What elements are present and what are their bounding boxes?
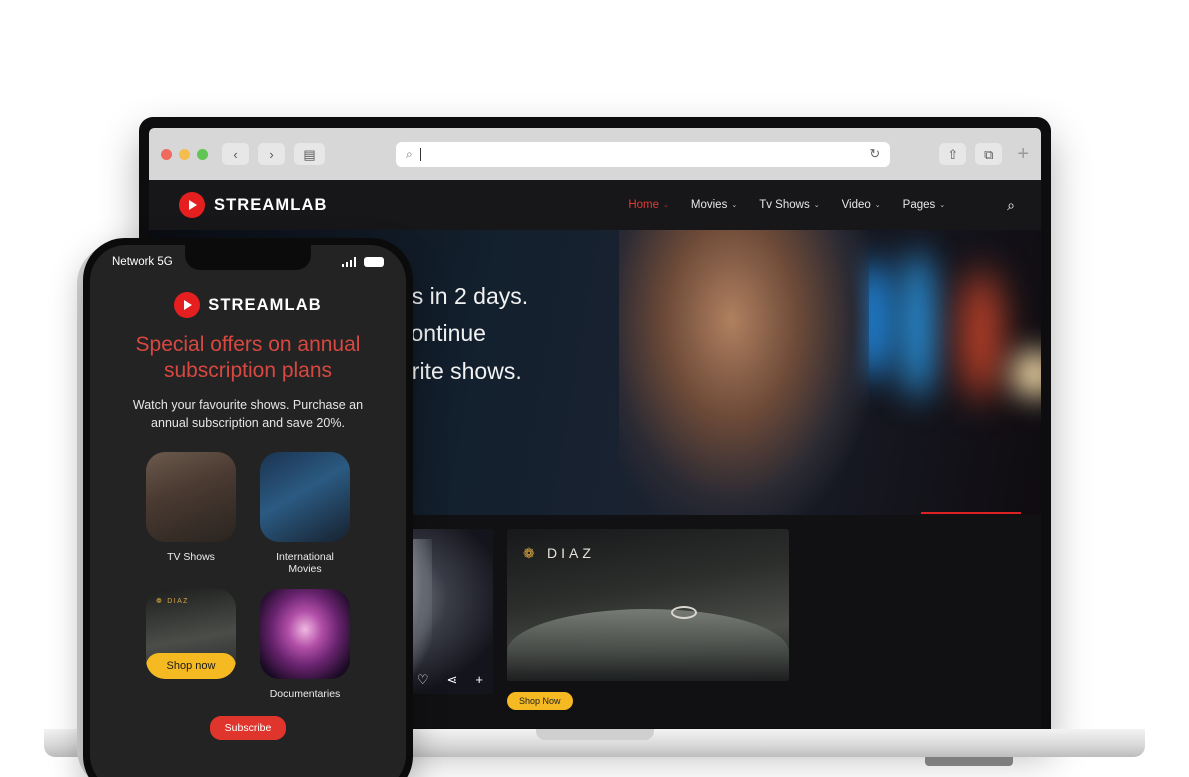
- phone-logo[interactable]: STREAMLAB: [90, 292, 406, 318]
- chevron-left-icon: ‹: [233, 146, 238, 162]
- new-tab-button[interactable]: +: [1011, 143, 1029, 166]
- flower-mark-icon: ❁: [156, 598, 164, 606]
- address-bar[interactable]: ⌕ ↻: [396, 141, 891, 167]
- search-icon: ⌕: [406, 146, 413, 161]
- tile-thumbnail: [260, 589, 350, 680]
- nav-item-home[interactable]: Home ⌄: [628, 199, 669, 211]
- promo-headline: Special offers on annual subscription pl…: [135, 333, 361, 382]
- play-icon: [179, 192, 205, 218]
- ad-tile-diaz[interactable]: ❁ DIAZ Shop now: [146, 589, 236, 700]
- nav-label: Home: [628, 199, 660, 211]
- subscribe-button[interactable]: Subscribe: [210, 716, 286, 741]
- share-button[interactable]: ⇧: [939, 143, 967, 165]
- minimize-window-button[interactable]: [179, 148, 190, 160]
- tile-thumbnail: [146, 452, 236, 543]
- maximize-window-button[interactable]: [197, 148, 208, 160]
- rock-image: [507, 609, 789, 681]
- nav-label: Movies: [690, 199, 728, 211]
- chevron-down-icon: ⌄: [731, 202, 738, 209]
- hero-line-1: es in 2 days.: [399, 283, 529, 309]
- tile-thumbnail: ❁ DIAZ Shop now: [146, 589, 236, 680]
- category-grid: TV Shows International Movies ❁ DIAZ Sho: [90, 452, 406, 700]
- phone-status-bar: Network 5G: [90, 245, 406, 279]
- tile-label: TV Shows: [167, 551, 215, 564]
- tile-thumbnail: [260, 452, 350, 543]
- nav-label: Tv Shows: [759, 199, 810, 211]
- tab-overview-button[interactable]: ⧉: [975, 143, 1003, 165]
- screenshot-stage: ‹ › ▤ ⌕ ↻ ⇧ ⧉ + STREAMLAB Home ⌄ Movies …: [0, 0, 1189, 777]
- hero-line-2: continue: [399, 320, 486, 347]
- laptop-base-notch: [535, 729, 654, 740]
- chevron-down-icon: ⌄: [939, 202, 946, 209]
- category-tile-international-movies[interactable]: International Movies: [260, 452, 350, 575]
- plus-icon: +: [1017, 142, 1029, 165]
- chevron-down-icon: ⌄: [813, 202, 820, 209]
- site-search-icon[interactable]: ⌕: [1007, 197, 1015, 214]
- nav-label: Pages: [902, 199, 936, 211]
- play-icon: [174, 292, 201, 318]
- close-window-button[interactable]: [161, 148, 172, 160]
- diaz-logo: ❁ DIAZ: [156, 597, 189, 606]
- hero-portrait: [619, 230, 869, 515]
- back-button[interactable]: ‹: [222, 143, 249, 165]
- nav-label: Video: [841, 199, 871, 211]
- chevron-right-icon: ›: [269, 146, 274, 162]
- ring-image: [670, 606, 697, 619]
- share-icon: ⇧: [947, 146, 959, 162]
- sidebar-icon: ▤: [303, 146, 316, 162]
- phone-screen: Network 5G STREAMLAB Special offers on a…: [90, 245, 406, 777]
- battery-icon: [364, 257, 384, 267]
- main-menu: Home ⌄ Movies ⌄ Tv Shows ⌄ Video ⌄ Pages…: [628, 197, 1015, 214]
- card-actions: ♡ ⋖ +: [417, 673, 483, 686]
- signal-bars-icon: [341, 257, 356, 267]
- nav-item-tv-shows[interactable]: Tv Shows ⌄: [759, 199, 819, 211]
- ad-card-diaz[interactable]: ❁ DIAZ Shop Now: [507, 529, 789, 728]
- nav-item-video[interactable]: Video ⌄: [842, 199, 881, 211]
- hero-line-3: urite shows.: [399, 357, 522, 384]
- category-tile-documentaries[interactable]: Documentaries: [260, 589, 350, 700]
- browser-toolbar: ‹ › ▤ ⌕ ↻ ⇧ ⧉ +: [149, 128, 1041, 180]
- brand-name: STREAMLAB: [214, 195, 328, 214]
- diaz-logo: ❁ DIAZ: [523, 545, 595, 561]
- text-cursor: [419, 147, 421, 161]
- window-traffic-lights: [161, 148, 208, 160]
- flower-mark-icon: ❁: [523, 544, 535, 561]
- nav-item-pages[interactable]: Pages ⌄: [903, 199, 945, 211]
- promo-subtext: Watch your favourite shows. Purchase an …: [132, 398, 364, 431]
- chevron-down-icon: ⌄: [874, 202, 881, 209]
- laptop-foot: [925, 757, 1013, 766]
- sidebar-toggle-button[interactable]: ▤: [294, 143, 325, 165]
- toolbar-right-actions: ⇧ ⧉ +: [939, 143, 1029, 166]
- tabs-icon: ⧉: [984, 146, 994, 162]
- site-logo[interactable]: STREAMLAB: [179, 192, 327, 218]
- shop-now-button[interactable]: Shop now: [146, 653, 236, 680]
- status-indicators: [341, 257, 384, 267]
- phone-notch: [185, 245, 311, 270]
- site-navbar: STREAMLAB Home ⌄ Movies ⌄ Tv Shows ⌄ Vid…: [149, 180, 1041, 230]
- like-icon[interactable]: ♡: [417, 673, 429, 686]
- reload-icon[interactable]: ↻: [869, 146, 880, 162]
- hero-heading: es in 2 days. continue urite shows.: [399, 278, 528, 390]
- hero-accent-line: [921, 512, 1021, 514]
- ad-thumbnail: ❁ DIAZ: [507, 529, 789, 681]
- category-tile-tv-shows[interactable]: TV Shows: [146, 452, 236, 575]
- diaz-brand-name: DIAZ: [547, 545, 595, 561]
- tile-label: Documentaries: [269, 688, 341, 701]
- add-icon[interactable]: +: [475, 673, 483, 686]
- network-label: Network 5G: [112, 256, 173, 268]
- phone-mockup: Network 5G STREAMLAB Special offers on a…: [77, 238, 413, 777]
- chevron-down-icon: ⌄: [663, 202, 669, 209]
- brand-name: STREAMLAB: [208, 295, 322, 314]
- shop-now-button[interactable]: Shop Now: [507, 692, 573, 710]
- share-icon[interactable]: ⋖: [447, 673, 458, 686]
- phone-body: Network 5G STREAMLAB Special offers on a…: [83, 238, 413, 777]
- forward-button[interactable]: ›: [258, 143, 285, 165]
- diaz-brand-name: DIAZ: [167, 597, 189, 605]
- nav-item-movies[interactable]: Movies ⌄: [691, 199, 737, 211]
- tile-label: International Movies: [276, 551, 334, 576]
